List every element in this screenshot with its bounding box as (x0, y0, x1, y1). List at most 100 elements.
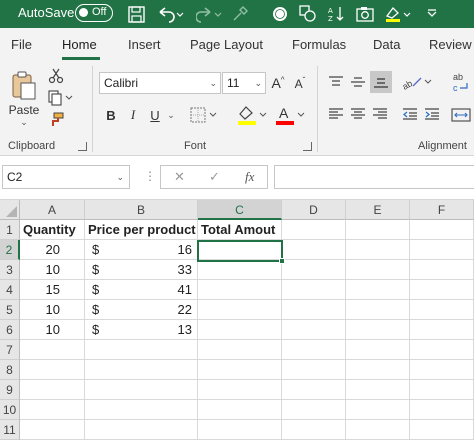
align-center-icon[interactable] (348, 104, 368, 124)
fill-handle[interactable] (279, 258, 285, 264)
cell-f7[interactable] (410, 340, 474, 360)
cell-a5[interactable]: 10 (20, 300, 85, 320)
cell-d9[interactable] (282, 380, 346, 400)
cell-b7[interactable] (85, 340, 198, 360)
cell-a10[interactable] (20, 400, 85, 420)
camera-icon[interactable] (355, 4, 375, 24)
cell-a3[interactable]: 10 (20, 260, 85, 280)
cell-e11[interactable] (346, 420, 410, 440)
align-right-icon[interactable] (370, 104, 390, 124)
orientation-icon[interactable]: ab (400, 72, 434, 92)
cell-b4[interactable]: $41 (85, 280, 198, 300)
cell-e1[interactable] (346, 220, 410, 240)
cell-d11[interactable] (282, 420, 346, 440)
cell-f5[interactable] (410, 300, 474, 320)
tab-data[interactable]: Data (373, 37, 400, 52)
row-header-4[interactable]: 4 (0, 280, 20, 300)
shapes-icon[interactable] (298, 4, 318, 24)
cell-e2[interactable] (346, 240, 410, 260)
cell-d8[interactable] (282, 360, 346, 380)
record-icon[interactable] (270, 4, 290, 24)
cell-f10[interactable] (410, 400, 474, 420)
align-bottom-icon[interactable] (370, 71, 392, 93)
clipboard-launcher-icon[interactable] (78, 142, 87, 151)
decrease-indent-icon[interactable] (400, 104, 420, 124)
cell-b3[interactable]: $33 (85, 260, 198, 280)
paste-button[interactable]: Paste ⌄ (8, 66, 40, 132)
align-top-icon[interactable] (326, 72, 346, 92)
copy-icon[interactable] (46, 88, 76, 108)
cell-b10[interactable] (85, 400, 198, 420)
column-header-e[interactable]: E (346, 200, 410, 220)
bold-button[interactable]: B (102, 104, 120, 126)
row-header-5[interactable]: 5 (0, 300, 20, 320)
cell-d5[interactable] (282, 300, 346, 320)
cell-b1[interactable]: Price per product (85, 220, 198, 240)
cell-d2[interactable] (282, 240, 346, 260)
borders-icon[interactable] (188, 104, 220, 126)
cell-b2[interactable]: $16 (85, 240, 198, 260)
select-all-button[interactable] (0, 200, 20, 220)
cell-f11[interactable] (410, 420, 474, 440)
cell-c5[interactable] (198, 300, 282, 320)
cell-d4[interactable] (282, 280, 346, 300)
cell-e9[interactable] (346, 380, 410, 400)
merge-center-icon[interactable] (450, 104, 472, 126)
cell-f1[interactable] (410, 220, 474, 240)
cell-c10[interactable] (198, 400, 282, 420)
font-size-select[interactable]: 11 ⌄ (222, 72, 266, 94)
cell-e3[interactable] (346, 260, 410, 280)
cell-f2[interactable] (410, 240, 474, 260)
cell-c4[interactable] (198, 280, 282, 300)
row-header-3[interactable]: 3 (0, 260, 20, 280)
cell-e5[interactable] (346, 300, 410, 320)
column-header-b[interactable]: B (85, 200, 198, 220)
font-launcher-icon[interactable] (303, 142, 312, 151)
row-header-6[interactable]: 6 (0, 320, 20, 340)
row-header-11[interactable]: 11 (0, 420, 20, 440)
undo-icon[interactable] (155, 4, 185, 24)
tab-insert[interactable]: Insert (128, 37, 161, 52)
cell-e7[interactable] (346, 340, 410, 360)
cell-a2[interactable]: 20 (20, 240, 85, 260)
cell-d3[interactable] (282, 260, 346, 280)
tab-review[interactable]: Review (429, 37, 472, 52)
cell-a4[interactable]: 15 (20, 280, 85, 300)
cell-a6[interactable]: 10 (20, 320, 85, 340)
row-header-8[interactable]: 8 (0, 360, 20, 380)
cell-a1[interactable]: Quantity (20, 220, 85, 240)
column-header-a[interactable]: A (20, 200, 85, 220)
cell-e6[interactable] (346, 320, 410, 340)
wrap-text-icon[interactable]: ab c (450, 70, 472, 94)
cell-e10[interactable] (346, 400, 410, 420)
column-header-f[interactable]: F (410, 200, 474, 220)
row-header-10[interactable]: 10 (0, 400, 20, 420)
cell-a11[interactable] (20, 420, 85, 440)
formula-input[interactable] (274, 165, 474, 189)
cell-a8[interactable] (20, 360, 85, 380)
format-painter-icon[interactable] (46, 110, 66, 130)
sort-icon[interactable]: AZ (326, 4, 346, 24)
row-header-9[interactable]: 9 (0, 380, 20, 400)
autosave-toggle[interactable]: Off (75, 4, 113, 22)
underline-dropdown-icon[interactable]: ⌄ (165, 104, 177, 126)
fill-color-icon[interactable] (234, 102, 270, 128)
row-header-2[interactable]: 2 (0, 240, 20, 260)
cancel-icon[interactable]: ✕ (174, 169, 185, 185)
cell-d10[interactable] (282, 400, 346, 420)
customize-icon[interactable] (423, 4, 441, 24)
tab-page-layout[interactable]: Page Layout (190, 37, 263, 52)
cell-b6[interactable]: $13 (85, 320, 198, 340)
cell-c1[interactable]: Total Amout (198, 220, 282, 240)
cell-a7[interactable] (20, 340, 85, 360)
cell-c7[interactable] (198, 340, 282, 360)
enter-icon[interactable]: ✓ (209, 169, 220, 185)
underline-button[interactable]: U (146, 104, 164, 126)
cell-b9[interactable] (85, 380, 198, 400)
save-icon[interactable] (126, 4, 146, 24)
italic-button[interactable]: I (124, 104, 142, 126)
align-left-icon[interactable] (326, 104, 346, 124)
tab-home[interactable]: Home (62, 37, 97, 52)
insert-function-icon[interactable]: fx (245, 169, 254, 185)
cell-c6[interactable] (198, 320, 282, 340)
